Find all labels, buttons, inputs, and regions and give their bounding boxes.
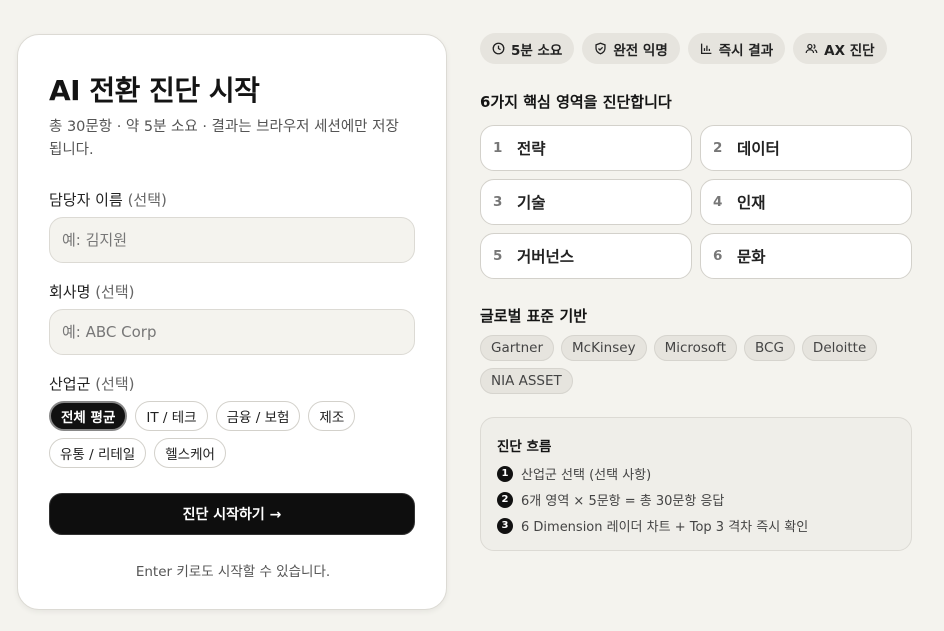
- industry-optional-text: (선택): [95, 375, 135, 393]
- dimension-name: 기술: [517, 194, 546, 212]
- company-field-label: 회사명 (선택): [49, 281, 135, 302]
- dimension-number: 6: [713, 248, 723, 264]
- pill-duration: 5분 소요: [480, 33, 575, 64]
- industry-chip-retail[interactable]: 유통 / 리테일: [49, 438, 147, 468]
- dimension-number: 3: [493, 194, 503, 210]
- dimension-card: 3 기술: [480, 179, 692, 225]
- pill-instant-result-label: 즉시 결과: [718, 42, 774, 59]
- company-input[interactable]: [49, 309, 415, 355]
- pill-duration-label: 5분 소요: [511, 42, 563, 59]
- users-icon: [805, 43, 818, 54]
- standard-tag: Gartner: [480, 335, 554, 361]
- name-optional-text: (선택): [127, 191, 167, 209]
- dimension-name: 거버넌스: [517, 248, 575, 266]
- pill-anonymous-label: 완전 익명: [613, 42, 668, 59]
- start-diagnosis-button[interactable]: 진단 시작하기 →: [49, 493, 415, 535]
- step-text: 산업군 선택 (선택 사항): [521, 468, 652, 483]
- dimension-card: 4 인재: [700, 179, 912, 225]
- pill-ax: AX 진단: [793, 33, 887, 64]
- diagnosis-flow-panel: 진단 흐름 1 산업군 선택 (선택 사항) 2 6개 영역 × 5문항 = 총…: [480, 417, 912, 551]
- industry-chip-group: 전체 평균 IT / 테크 금융 / 보험 제조 유통 / 리테일 헬스케어: [49, 401, 389, 468]
- industry-field-label: 산업군 (선택): [49, 373, 135, 394]
- industry-chip-it[interactable]: IT / 테크: [135, 401, 208, 431]
- dimension-number: 1: [493, 140, 503, 156]
- flow-step: 2 6개 영역 × 5문항 = 총 30문항 응답: [497, 490, 724, 509]
- dimension-card: 5 거버넌스: [480, 233, 692, 279]
- dimension-card: 2 데이터: [700, 125, 912, 171]
- enter-hint: Enter 키로도 시작할 수 있습니다.: [135, 564, 331, 580]
- dimension-name: 문화: [737, 248, 766, 266]
- industry-chip-manufacturing[interactable]: 제조: [308, 401, 356, 431]
- clock-icon: [492, 42, 505, 55]
- standard-tag: Deloitte: [801, 335, 878, 361]
- step-text: 6개 영역 × 5문항 = 총 30문항 응답: [521, 494, 725, 509]
- industry-chip-healthcare[interactable]: 헬스케어: [154, 438, 226, 468]
- feature-pills: 5분 소요 완전 익명 즉시 결과 AX 진단: [480, 33, 887, 64]
- dimension-card: 1 전략: [480, 125, 692, 171]
- dimension-number: 5: [493, 248, 503, 264]
- industry-chip-finance[interactable]: 금융 / 보험: [215, 401, 301, 431]
- dimension-name: 인재: [737, 194, 766, 212]
- standards-tags: Gartner McKinsey Microsoft BCG Deloitte …: [480, 335, 900, 394]
- pill-instant-result: 즉시 결과: [687, 33, 786, 64]
- flow-step: 1 산업군 선택 (선택 사항): [497, 464, 651, 483]
- step-number-badge: 2: [497, 491, 513, 508]
- dimension-name: 전략: [517, 140, 546, 158]
- step-number-badge: 3: [497, 517, 513, 534]
- company-optional-text: (선택): [95, 283, 135, 301]
- bar-chart-icon: [700, 43, 712, 55]
- dimension-card: 6 문화: [700, 233, 912, 279]
- flow-title: 진단 흐름: [497, 439, 552, 455]
- industry-chip-all[interactable]: 전체 평균: [49, 401, 128, 431]
- start-card: AI 전환 진단 시작 총 30문항 · 약 5분 소요 · 결과는 브라우저 …: [17, 34, 447, 610]
- pill-ax-label: AX 진단: [824, 42, 875, 59]
- step-number-badge: 1: [497, 465, 513, 482]
- standard-tag: Microsoft: [653, 335, 737, 361]
- step-text: 6 Dimension 레이더 차트 + Top 3 격차 즉시 확인: [521, 520, 809, 535]
- standards-title: 글로벌 표준 기반: [480, 307, 588, 325]
- page-subtitle: 총 30문항 · 약 5분 소요 · 결과는 브라우저 세션에만 저장됩니다.: [49, 119, 399, 158]
- dimensions-title: 6가지 핵심 영역을 진단합니다: [480, 93, 672, 111]
- flow-step: 3 6 Dimension 레이더 차트 + Top 3 격차 즉시 확인: [497, 516, 808, 535]
- pill-anonymous: 완전 익명: [582, 33, 680, 64]
- standard-tag: McKinsey: [561, 335, 647, 361]
- dimension-number: 2: [713, 140, 723, 156]
- shield-check-icon: [595, 42, 606, 55]
- dimensions-grid: 1 전략 2 데이터 3 기술 4 인재 5 거버넌스 6 문화: [480, 125, 912, 279]
- dimension-number: 4: [713, 194, 723, 210]
- name-label-text: 담당자 이름: [49, 191, 123, 209]
- dimension-name: 데이터: [737, 140, 780, 158]
- name-input[interactable]: [49, 217, 415, 263]
- standard-tag: NIA ASSET: [480, 368, 573, 394]
- name-field-label: 담당자 이름 (선택): [49, 189, 167, 210]
- industry-label-text: 산업군: [49, 375, 91, 393]
- company-label-text: 회사명: [49, 283, 91, 301]
- standard-tag: BCG: [744, 335, 795, 361]
- page-title: AI 전환 진단 시작: [49, 74, 260, 107]
